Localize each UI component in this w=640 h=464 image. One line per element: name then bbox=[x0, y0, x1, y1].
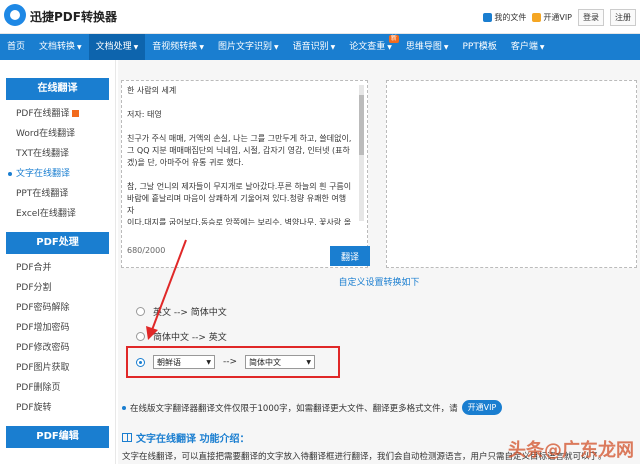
result-text-area[interactable] bbox=[386, 80, 637, 268]
option-zh-to-en[interactable]: 简体中文 --> 英文 bbox=[136, 330, 227, 343]
source-text[interactable]: 한 사람의 세계 저자: 태영 친구가 주식 매매, 거액의 손실, 나는 그를… bbox=[127, 85, 352, 225]
nav-doc-convert-label: 文档转换 bbox=[39, 42, 76, 52]
nav-paper-check[interactable]: 论文查重 ▼ 新 bbox=[342, 34, 399, 60]
sidebar-item-pdf-merge[interactable]: PDF合并 bbox=[0, 258, 115, 278]
intro-heading: 文字在线翻译 功能介绍： bbox=[122, 430, 249, 445]
top-right-area: 我的文件 开通VIP 登录 注册 bbox=[483, 9, 636, 26]
login-button[interactable]: 登录 bbox=[578, 9, 604, 26]
sidebar: 在线翻译 PDF在线翻译 Word在线翻译 TXT在线翻译 文字在线翻译 PPT… bbox=[0, 60, 116, 464]
nav-mindmap[interactable]: 思维导图 ▼ bbox=[399, 34, 456, 60]
nav-doc-convert[interactable]: 文档转换 ▼ bbox=[32, 34, 89, 60]
caret-down-icon: ▼ bbox=[199, 44, 204, 51]
nav-image-ocr-label: 图片文字识别 bbox=[217, 42, 272, 52]
caret-down-icon: ▼ bbox=[133, 44, 139, 51]
sidebar-item-txt-translate[interactable]: TXT在线翻译 bbox=[0, 144, 115, 164]
caret-down-icon: ▼ bbox=[273, 44, 279, 51]
sidebar-item-label: PDF在线翻译 bbox=[16, 109, 70, 119]
radio-button-selected[interactable] bbox=[136, 357, 145, 367]
nav-paper-check-label: 论文查重 bbox=[349, 42, 386, 52]
nav-mindmap-label: 思维导图 bbox=[405, 42, 442, 52]
sidebar-item-excel-translate[interactable]: Excel在线翻译 bbox=[0, 204, 115, 224]
nav-image-ocr[interactable]: 图片文字识别 ▼ bbox=[211, 34, 286, 60]
sidebar-item-pdf-add-password[interactable]: PDF增加密码 bbox=[0, 318, 115, 338]
bullet-icon bbox=[122, 405, 126, 410]
sidebar-section-pdf: PDF处理 bbox=[6, 232, 109, 254]
intro-title: 文字在线翻译 功能介绍： bbox=[136, 434, 250, 445]
watermark: 头条@广东龙网 bbox=[508, 440, 634, 461]
source-text-area[interactable]: 한 사람의 세계 저자: 태영 친구가 주식 매매, 거액의 손실, 나는 그를… bbox=[121, 80, 370, 268]
source-scrollbar[interactable] bbox=[359, 85, 364, 221]
to-language-select[interactable]: 简体中文 ▼ bbox=[245, 355, 316, 369]
nav-ppt[interactable]: PPT模板 bbox=[456, 34, 504, 60]
sidebar-item-text-translate[interactable]: 文字在线翻译 bbox=[0, 164, 115, 184]
translate-button[interactable]: 翻译 bbox=[330, 246, 370, 266]
sidebar-item-pdf-translate[interactable]: PDF在线翻译 bbox=[0, 104, 115, 124]
from-language-value: 朝鲜语 bbox=[157, 357, 181, 367]
main-content: 한 사람의 세계 저자: 태영 친구가 주식 매매, 거액의 손실, 나는 그를… bbox=[118, 60, 640, 464]
nav-doc-process-label: 文档处理 bbox=[95, 42, 132, 52]
book-icon bbox=[122, 433, 132, 442]
chevron-down-icon: ▼ bbox=[206, 358, 211, 366]
radio-button[interactable] bbox=[136, 332, 145, 341]
limit-note-text: 在线版文字翻译器翻译文件仅限于1000字，如需翻译更大文件、翻译更多格式文件，请 bbox=[130, 403, 458, 414]
sidebar-item-pdf-delete-page[interactable]: PDF删除页 bbox=[0, 378, 115, 398]
caret-down-icon: ▼ bbox=[77, 44, 82, 51]
vip-link[interactable]: 开通VIP bbox=[532, 12, 572, 23]
sidebar-section-pdf-edit: PDF编辑 bbox=[6, 426, 109, 448]
main-nav: 首页 文档转换 ▼ 文档处理 ▼ 音视频转换 ▼ 图片文字识别 ▼ 语音识别 ▼ 论文查重… bbox=[0, 34, 640, 60]
radio-button[interactable] bbox=[136, 307, 145, 316]
crown-icon bbox=[532, 13, 542, 22]
to-language-value: 简体中文 bbox=[249, 357, 282, 367]
sidebar-item-pdf-unlock[interactable]: PDF密码解除 bbox=[0, 298, 115, 318]
option-en-to-zh[interactable]: 英文 --> 简体中文 bbox=[136, 305, 227, 318]
option-label: 英文 --> 简体中文 bbox=[153, 308, 227, 318]
folder-icon bbox=[483, 13, 493, 22]
limit-note: 在线版文字翻译器翻译文件仅限于1000字，如需翻译更大文件、翻译更多格式文件，请… bbox=[122, 400, 503, 415]
chevron-down-icon: ▼ bbox=[306, 358, 312, 366]
caret-down-icon: ▼ bbox=[387, 44, 392, 51]
nav-speech[interactable]: 语音识别 ▼ bbox=[286, 34, 343, 60]
sidebar-item-pdf-change-password[interactable]: PDF修改密码 bbox=[0, 338, 115, 358]
register-button[interactable]: 注册 bbox=[610, 9, 636, 26]
nav-home[interactable]: 首页 bbox=[0, 34, 32, 60]
nav-home-label: 首页 bbox=[7, 42, 26, 52]
top-bar: 迅捷PDF转换器 我的文件 开通VIP 登录 注册 bbox=[0, 0, 640, 34]
sidebar-item-pdf-extract-images[interactable]: PDF图片获取 bbox=[0, 358, 115, 378]
sidebar-item-word-translate[interactable]: Word在线翻译 bbox=[0, 124, 115, 144]
caret-down-icon: ▼ bbox=[330, 44, 336, 51]
from-language-select[interactable]: 朝鲜语 ▼ bbox=[153, 355, 215, 369]
nav-av-convert-label: 音视频转换 bbox=[152, 42, 198, 52]
app-title: 迅捷PDF转换器 bbox=[30, 10, 117, 24]
hot-icon bbox=[71, 110, 79, 117]
my-files-link[interactable]: 我的文件 bbox=[483, 12, 526, 23]
custom-settings-title: 自定义设置转换如下 bbox=[338, 278, 420, 288]
char-counter: 680/2000 bbox=[127, 246, 166, 255]
sidebar-item-pdf-split[interactable]: PDF分割 bbox=[0, 278, 115, 298]
option-label: 简体中文 --> 英文 bbox=[153, 333, 227, 343]
app-logo-icon bbox=[4, 4, 26, 26]
sidebar-item-ppt-translate[interactable]: PPT在线翻译 bbox=[0, 184, 115, 204]
vip-label: 开通VIP bbox=[543, 13, 572, 22]
nav-av-convert[interactable]: 音视频转换 ▼ bbox=[145, 34, 211, 60]
nav-speech-label: 语音识别 bbox=[292, 42, 329, 52]
nav-client-label: 客户端 bbox=[510, 42, 538, 52]
nav-doc-process[interactable]: 文档处理 ▼ bbox=[88, 34, 146, 60]
open-vip-button[interactable]: 开通VIP bbox=[461, 400, 503, 415]
option-custom[interactable]: 朝鲜语 ▼ --> 简体中文 ▼ bbox=[136, 355, 316, 369]
direction-arrow: --> bbox=[223, 357, 238, 367]
caret-down-icon: ▼ bbox=[539, 44, 545, 51]
my-files-label: 我的文件 bbox=[494, 13, 527, 22]
caret-down-icon: ▼ bbox=[443, 44, 449, 51]
nav-ppt-label: PPT模板 bbox=[462, 42, 497, 52]
sidebar-item-pdf-rotate[interactable]: PDF旋转 bbox=[0, 398, 115, 418]
sidebar-section-translate: 在线翻译 bbox=[6, 78, 109, 100]
nav-client[interactable]: 客户端 ▼ bbox=[504, 34, 552, 60]
new-badge: 新 bbox=[388, 35, 399, 43]
